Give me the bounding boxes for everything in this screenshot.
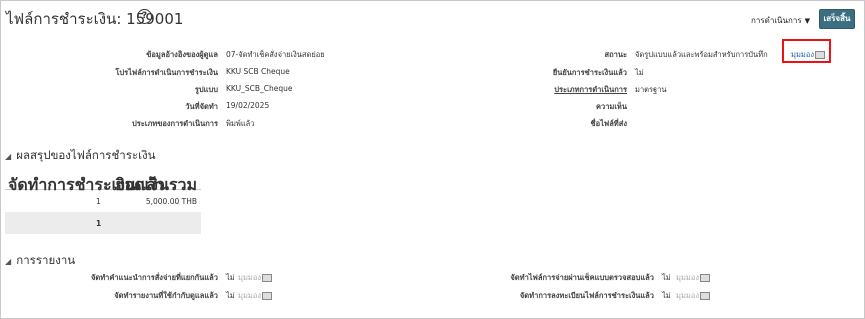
- table-row: 1 5,000.00 THB: [5, 190, 201, 212]
- actions-menu[interactable]: การดำเนินการ ▼: [751, 14, 810, 27]
- comment-label: ความเห็น: [595, 102, 627, 111]
- report-view-link-positive-pay: มุมมอง: [676, 272, 710, 284]
- confirmed-label: ยืนยันการชำระเงินแล้ว: [552, 68, 627, 77]
- report-view-label: มุมมอง: [676, 273, 699, 282]
- summary-section-header[interactable]: ◢ ผลสรุปของไฟล์การชำระเงิน: [5, 144, 156, 165]
- report-view-link-regulatory: มุมมอง: [238, 290, 272, 302]
- detail-value-process-profile: KKU SCB Cheque: [226, 67, 290, 76]
- detail-value-format: KKU_SCB_Cheque: [226, 84, 293, 93]
- confirmed-value: ไม่: [635, 68, 644, 77]
- help-icon[interactable]: ?: [137, 9, 152, 24]
- status-value: จัดรูปแบบแล้วและพร้อมสำหรับการบันทึก: [635, 50, 768, 59]
- report-label-regulatory: จัดทำรายงานที่ใช้กำกับดูแลแล้ว: [114, 291, 218, 300]
- popup-icon: [262, 292, 272, 300]
- actions-menu-label: การดำเนินการ: [751, 16, 802, 25]
- report-view-link-separate-advice: มุมมอง: [238, 272, 272, 284]
- process-type-label[interactable]: ประเภทการดำเนินการ: [554, 84, 627, 96]
- detail-value-created-date: 19/02/2025: [226, 101, 270, 110]
- detail-label-format: รูปแบบ: [194, 85, 218, 94]
- collapse-triangle-icon: ◢: [5, 152, 12, 161]
- report-value-positive-pay: ไม่: [662, 273, 671, 282]
- detail-value-process-kind: พิมพ์แล้ว: [226, 119, 255, 128]
- report-label-register: จัดทำการลงทะเบียนไฟล์การชำระเงินแล้ว: [519, 291, 654, 300]
- detail-label-process-kind: ประเภทของการดำเนินการ: [131, 119, 218, 128]
- filename-label: ชื่อไฟล์ที่ส่ง: [590, 119, 627, 128]
- popup-icon: [262, 274, 272, 282]
- popup-icon: [700, 274, 710, 282]
- page-title: ไฟล์การชำระเงิน: 159001: [6, 10, 184, 28]
- summary-table: จัดทำการชำระเงินแล้ว ยอดเงินรวม 1 5,000.…: [5, 166, 201, 234]
- reporting-section-header[interactable]: ◢ การรายงาน: [5, 249, 75, 270]
- report-view-link-register: มุมมอง: [676, 290, 710, 302]
- report-view-label: มุมมอง: [238, 291, 261, 300]
- chevron-down-icon: ▼: [804, 17, 811, 25]
- report-view-label: มุมมอง: [676, 291, 699, 300]
- done-button[interactable]: เสร็จสิ้น: [819, 9, 855, 29]
- report-value-separate-advice: ไม่: [226, 273, 235, 282]
- summary-total-row: 1: [5, 212, 201, 234]
- detail-label-created-date: วันที่จัดทำ: [185, 102, 218, 111]
- detail-value-admin-ref: 07-จัดทำเช็คสั่งจ่ายเงินสดย่อย: [226, 50, 325, 59]
- row-count: 1: [96, 197, 101, 206]
- popup-icon: [700, 292, 710, 300]
- detail-label-admin-ref: ข้อมูลอ้างอิงของผู้ดูแล: [146, 50, 218, 59]
- total-count: 1: [96, 219, 102, 228]
- report-label-separate-advice: จัดทำคำแนะนำการสั่งจ่ายที่แยกกันแล้ว: [90, 273, 218, 282]
- status-label: สถานะ: [604, 50, 628, 59]
- reporting-section-title: การรายงาน: [16, 253, 76, 267]
- highlight-box: [782, 39, 831, 63]
- report-label-positive-pay: จัดทำไฟล์การจ่ายผ่านเช็คแบบตรวจสอบแล้ว: [510, 273, 654, 282]
- detail-label-process-profile: โปรไฟล์การดำเนินการชำระเงิน: [115, 68, 218, 77]
- report-view-label: มุมมอง: [238, 273, 261, 282]
- summary-section-title: ผลสรุปของไฟล์การชำระเงิน: [16, 148, 156, 162]
- summary-table-header: จัดทำการชำระเงินแล้ว ยอดเงินรวม: [5, 166, 201, 194]
- collapse-triangle-icon: ◢: [5, 257, 12, 266]
- report-value-register: ไม่: [662, 291, 671, 300]
- row-amount: 5,000.00 THB: [145, 197, 197, 206]
- process-type-value: มาตรฐาน: [635, 85, 667, 94]
- report-value-regulatory: ไม่: [226, 291, 235, 300]
